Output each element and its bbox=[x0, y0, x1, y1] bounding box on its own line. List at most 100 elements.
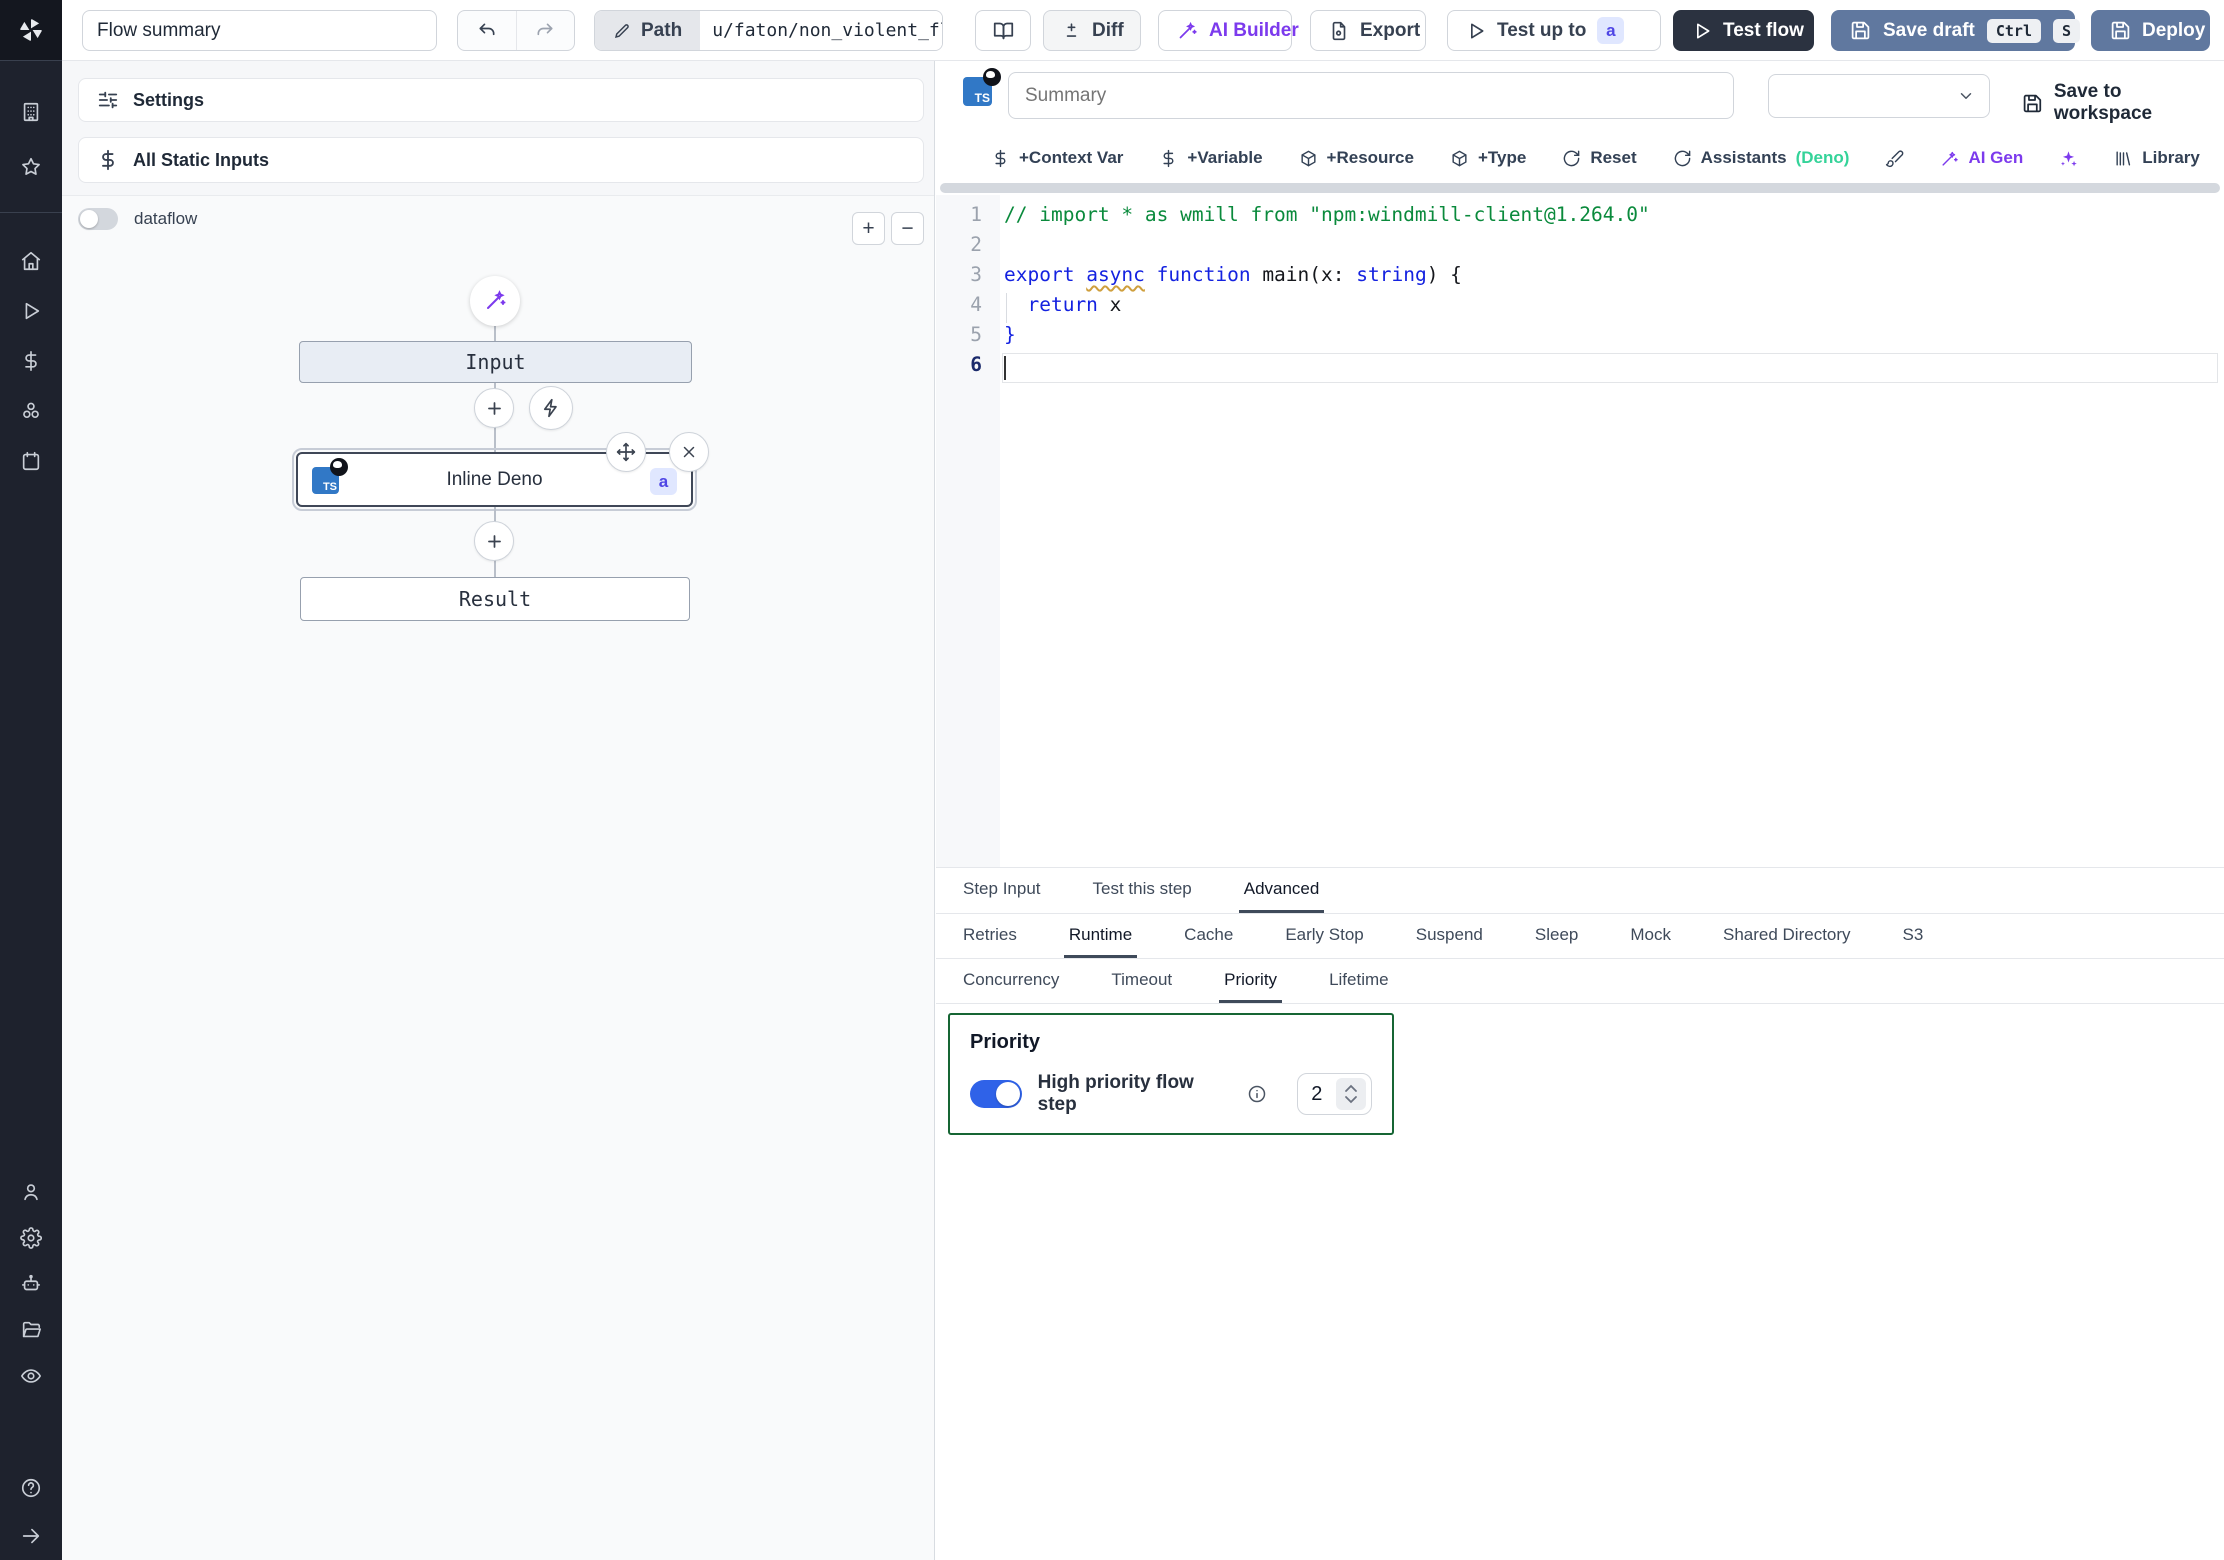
plus-minus-icon bbox=[1062, 21, 1081, 40]
tab-shared-directory[interactable]: Shared Directory bbox=[1718, 914, 1856, 958]
sidebar-arrow-right-icon[interactable] bbox=[20, 1525, 42, 1547]
priority-value-input[interactable]: 2 bbox=[1297, 1073, 1373, 1115]
kbd-ctrl: Ctrl bbox=[1987, 19, 2041, 43]
code-editor[interactable]: 1// import * as wmill from "npm:windmill… bbox=[936, 195, 2224, 867]
tab-test-this-step[interactable]: Test this step bbox=[1088, 868, 1197, 913]
sidebar-play-icon[interactable] bbox=[20, 300, 42, 322]
language-select[interactable] bbox=[1768, 74, 1990, 118]
tab-timeout[interactable]: Timeout bbox=[1106, 959, 1177, 1003]
tab-runtime[interactable]: Runtime bbox=[1064, 914, 1137, 958]
toolbar-brush-button[interactable] bbox=[1885, 149, 1926, 168]
flow-settings-card[interactable]: Settings bbox=[78, 78, 924, 122]
toolbar-resource-button[interactable]: +Resource bbox=[1299, 148, 1436, 168]
save-to-workspace-button[interactable]: Save to workspace bbox=[2022, 81, 2224, 125]
toolbar-library-button[interactable]: Library bbox=[2114, 148, 2222, 168]
typescript-icon bbox=[963, 77, 992, 106]
sidebar-home-icon[interactable] bbox=[20, 250, 42, 272]
tab-advanced[interactable]: Advanced bbox=[1239, 868, 1325, 913]
toolbar-variable-button[interactable]: +Variable bbox=[1159, 148, 1284, 168]
windmill-logo[interactable] bbox=[0, 0, 62, 61]
trigger-button[interactable] bbox=[529, 386, 573, 430]
sidebar-robot-icon[interactable] bbox=[20, 1273, 42, 1295]
dataflow-toggle[interactable] bbox=[78, 208, 118, 230]
undo-button[interactable] bbox=[458, 11, 516, 50]
dataflow-label: dataflow bbox=[134, 209, 197, 229]
ai-flow-wand-button[interactable] bbox=[470, 276, 520, 326]
ai-builder-button[interactable]: AI Builder bbox=[1158, 10, 1292, 51]
sidebar-calendar-icon[interactable] bbox=[20, 450, 42, 472]
export-button[interactable]: Export bbox=[1310, 10, 1426, 51]
tab-mock[interactable]: Mock bbox=[1625, 914, 1676, 958]
path-button[interactable]: Path bbox=[595, 11, 700, 50]
sidebar-help-icon[interactable] bbox=[20, 1477, 42, 1499]
text-cursor bbox=[1004, 356, 1006, 380]
sidebar-user-icon[interactable] bbox=[20, 1181, 42, 1203]
docs-button[interactable] bbox=[975, 10, 1031, 51]
step-summary-input[interactable] bbox=[1008, 72, 1734, 119]
edge-top-input bbox=[494, 326, 496, 341]
package-icon bbox=[1450, 149, 1469, 168]
deploy-button[interactable]: Deploy bbox=[2091, 10, 2210, 51]
book-open-icon bbox=[993, 20, 1014, 41]
tab-sleep[interactable]: Sleep bbox=[1530, 914, 1583, 958]
tab-concurrency[interactable]: Concurrency bbox=[958, 959, 1064, 1003]
deno-icon bbox=[330, 458, 348, 476]
settings-label: Settings bbox=[133, 90, 204, 111]
sidebar-hive-icon[interactable] bbox=[20, 400, 42, 422]
info-icon[interactable] bbox=[1247, 1084, 1267, 1104]
windmill-icon bbox=[16, 15, 46, 45]
insert-step-button[interactable] bbox=[474, 388, 514, 428]
tab-priority[interactable]: Priority bbox=[1219, 959, 1282, 1003]
ai-builder-label: AI Builder bbox=[1209, 20, 1299, 42]
tab-s3[interactable]: S3 bbox=[1898, 914, 1929, 958]
toolbar-ai-gen-button[interactable]: AI Gen bbox=[1940, 148, 2045, 168]
delete-step-button[interactable] bbox=[669, 432, 709, 472]
number-stepper[interactable] bbox=[1336, 1078, 1366, 1110]
all-static-inputs-card[interactable]: All Static Inputs bbox=[78, 137, 924, 183]
flow-input-node[interactable]: Input bbox=[299, 341, 692, 383]
sidebar-folder-icon[interactable] bbox=[20, 1319, 42, 1341]
flow-canvas[interactable]: dataflow + − Input bbox=[62, 195, 934, 1560]
sidebar-dollar-icon[interactable] bbox=[20, 350, 42, 372]
step-header: Save to workspace bbox=[936, 61, 2224, 135]
toolbar-type-button[interactable]: +Type bbox=[1450, 148, 1548, 168]
tab-step-input[interactable]: Step Input bbox=[958, 868, 1046, 913]
sidebar-eye-icon[interactable] bbox=[20, 1365, 42, 1387]
tab-suspend[interactable]: Suspend bbox=[1411, 914, 1488, 958]
wand-icon bbox=[483, 289, 507, 313]
flow-summary-input[interactable]: Flow summary bbox=[82, 10, 437, 51]
high-priority-toggle[interactable] bbox=[970, 1080, 1022, 1108]
save-draft-button[interactable]: Save draft Ctrl S bbox=[1831, 10, 2075, 51]
path-value-input[interactable]: u/faton/non_violent_flo bbox=[700, 11, 942, 50]
code-line: 3export async function main(x: string) { bbox=[936, 263, 2224, 293]
bars-icon bbox=[2114, 149, 2133, 168]
tab-lifetime[interactable]: Lifetime bbox=[1324, 959, 1394, 1003]
pencil-icon bbox=[613, 22, 631, 40]
tab-cache[interactable]: Cache bbox=[1179, 914, 1238, 958]
toolbar-reset-button[interactable]: Reset bbox=[1562, 148, 1658, 168]
diff-button[interactable]: Diff bbox=[1043, 10, 1141, 51]
dataflow-row: dataflow bbox=[78, 208, 197, 230]
flow-result-node[interactable]: Result bbox=[300, 577, 690, 621]
sidebar-building-icon[interactable] bbox=[20, 101, 42, 123]
tab-early-stop[interactable]: Early Stop bbox=[1280, 914, 1368, 958]
deploy-label: Deploy bbox=[2142, 20, 2205, 42]
test-flow-button[interactable]: Test flow bbox=[1673, 10, 1814, 51]
sidebar-gear-icon[interactable] bbox=[20, 1227, 42, 1249]
app-sidebar bbox=[0, 0, 62, 1560]
toolbar-context-var-button[interactable]: +Context Var bbox=[991, 148, 1145, 168]
zoom-in-button[interactable]: + bbox=[852, 212, 885, 245]
toolbar-assistants-button[interactable]: Assistants(Deno) bbox=[1673, 148, 1872, 168]
toolbar-sparkles-button[interactable] bbox=[2059, 149, 2100, 168]
sidebar-star-icon[interactable] bbox=[20, 156, 42, 178]
plus-icon bbox=[485, 399, 504, 418]
redo-button[interactable] bbox=[516, 11, 574, 50]
editor-horizontal-scrollbar[interactable] bbox=[940, 183, 2220, 193]
tab-retries[interactable]: Retries bbox=[958, 914, 1022, 958]
save-to-workspace-label: Save to workspace bbox=[2054, 81, 2224, 125]
move-step-button[interactable] bbox=[606, 432, 646, 472]
zoom-out-button[interactable]: − bbox=[891, 212, 924, 245]
test-up-to-button[interactable]: Test up to a bbox=[1447, 10, 1661, 51]
insert-step-button[interactable] bbox=[474, 521, 514, 561]
move-icon bbox=[616, 442, 636, 462]
